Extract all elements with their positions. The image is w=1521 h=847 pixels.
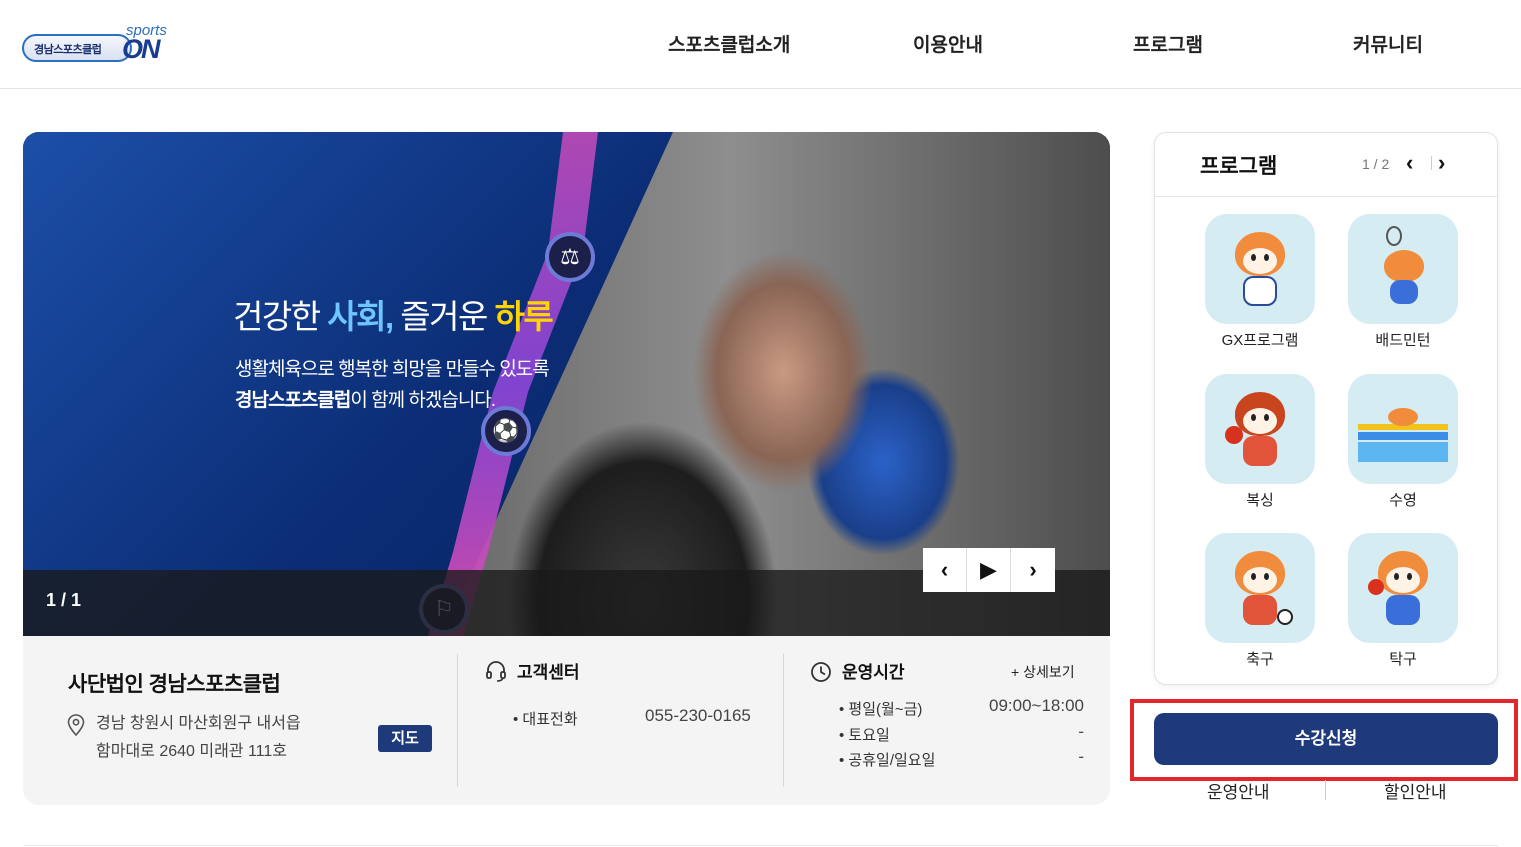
mascot-boxing-icon	[1205, 374, 1315, 484]
slide-next-button[interactable]: ›	[1011, 548, 1055, 592]
divider	[783, 654, 784, 787]
mascot-soccer-icon	[1205, 533, 1315, 643]
hours-row-label: • 평일(월~금)	[839, 701, 923, 718]
hours-row-value: 09:00~18:00	[988, 696, 1084, 715]
program-tile-gx[interactable]: GX프로그램	[1205, 214, 1315, 349]
hero-banner: ⚖ ⚽ ⚐ 건강한 사회, 즐거운 하루 생활체육으로 행복한 희망을 만들수 …	[23, 132, 1110, 636]
customer-center-title: 고객센터	[517, 663, 580, 682]
operation-guide-link[interactable]: 운영안내	[1207, 778, 1270, 803]
nav-community[interactable]: 커뮤니티	[1353, 30, 1423, 57]
phone-label: • 대표전화	[513, 711, 578, 728]
hero-subtitle: 생활체육으로 행복한 희망을 만들수 있도록 경남스포츠클럽이 함께 하겠습니다…	[235, 359, 550, 411]
logo-brand-text: 경남스포츠클럽	[34, 44, 102, 56]
dumbbell-icon: ⚖	[545, 232, 595, 282]
site-header: 경남스포츠클럽 sports ON 스포츠클럽소개 이용안내 프로그램 커뮤니티	[0, 0, 1521, 89]
mascot-swimming-icon	[1348, 374, 1458, 484]
nav-club-intro[interactable]: 스포츠클럽소개	[668, 30, 790, 57]
program-tile-table-tennis[interactable]: 탁구	[1348, 533, 1458, 668]
headset-icon	[486, 661, 506, 682]
mascot-table-tennis-icon	[1348, 533, 1458, 643]
map-button[interactable]: 지도	[378, 725, 432, 752]
program-prev-button[interactable]: ‹	[1406, 150, 1413, 176]
hours-more-link[interactable]: + 상세보기	[1011, 662, 1075, 682]
hours-title: 운영시간	[842, 663, 905, 682]
hours-row-label: • 공휴일/일요일	[839, 752, 936, 769]
program-tile-label: 축구	[1246, 651, 1274, 668]
program-card-header: 프로그램 1 / 2 ‹ ›	[1155, 133, 1497, 197]
info-panel: 사단법인 경남스포츠클럽 경남 창원시 마산회원구 내서읍 함마대로 2640 …	[23, 636, 1110, 805]
program-tile-label: GX프로그램	[1221, 332, 1299, 349]
divider	[1431, 156, 1432, 170]
nav-programs[interactable]: 프로그램	[1133, 30, 1203, 57]
program-card-title: 프로그램	[1200, 155, 1278, 178]
clock-icon	[811, 662, 831, 682]
hero-title: 건강한 사회, 즐거운 하루	[233, 298, 554, 335]
mascot-badminton-icon	[1348, 214, 1458, 324]
hours-row-value: -	[1078, 722, 1084, 741]
slider-controls: ‹ ▶ ›	[923, 548, 1055, 592]
apply-button[interactable]: 수강신청	[1154, 713, 1498, 765]
program-tile-label: 탁구	[1389, 651, 1417, 668]
slide-counter: 1 / 1	[46, 590, 82, 610]
program-page-indicator: 1 / 2	[1362, 156, 1390, 172]
program-tile-label: 배드민턴	[1375, 332, 1431, 349]
phone-number: 055-230-0165	[645, 706, 751, 725]
mascot-gx-icon	[1205, 214, 1315, 324]
nav-usage-guide[interactable]: 이용안내	[913, 30, 983, 57]
hours-row-label: • 토요일	[839, 727, 890, 744]
program-tile-swimming[interactable]: 수영	[1348, 374, 1458, 509]
program-tile-soccer[interactable]: 축구	[1205, 533, 1315, 668]
logo-on-text: ON	[122, 34, 160, 64]
slide-prev-button[interactable]: ‹	[923, 548, 967, 592]
site-logo[interactable]: 경남스포츠클럽 sports ON	[22, 22, 182, 66]
location-pin-icon	[67, 714, 85, 736]
address: 경남 창원시 마산회원구 내서읍 함마대로 2640 미래관 111호	[96, 715, 301, 760]
divider	[1325, 780, 1326, 800]
divider	[23, 845, 1498, 846]
program-card: 프로그램 1 / 2 ‹ › GX프로그램 배드민턴 복싱 수영 축구 탁구	[1154, 132, 1498, 685]
org-name: 사단법인 경남스포츠클럽	[68, 673, 281, 696]
hours-row-value: -	[1078, 747, 1084, 766]
discount-guide-link[interactable]: 할인안내	[1384, 778, 1447, 803]
program-tile-boxing[interactable]: 복싱	[1205, 374, 1315, 509]
slide-play-button[interactable]: ▶	[967, 548, 1011, 592]
program-tile-badminton[interactable]: 배드민턴	[1348, 214, 1458, 349]
program-tile-label: 수영	[1389, 492, 1417, 509]
program-next-button[interactable]: ›	[1438, 150, 1445, 176]
divider	[457, 654, 458, 787]
program-tile-label: 복싱	[1246, 492, 1274, 509]
